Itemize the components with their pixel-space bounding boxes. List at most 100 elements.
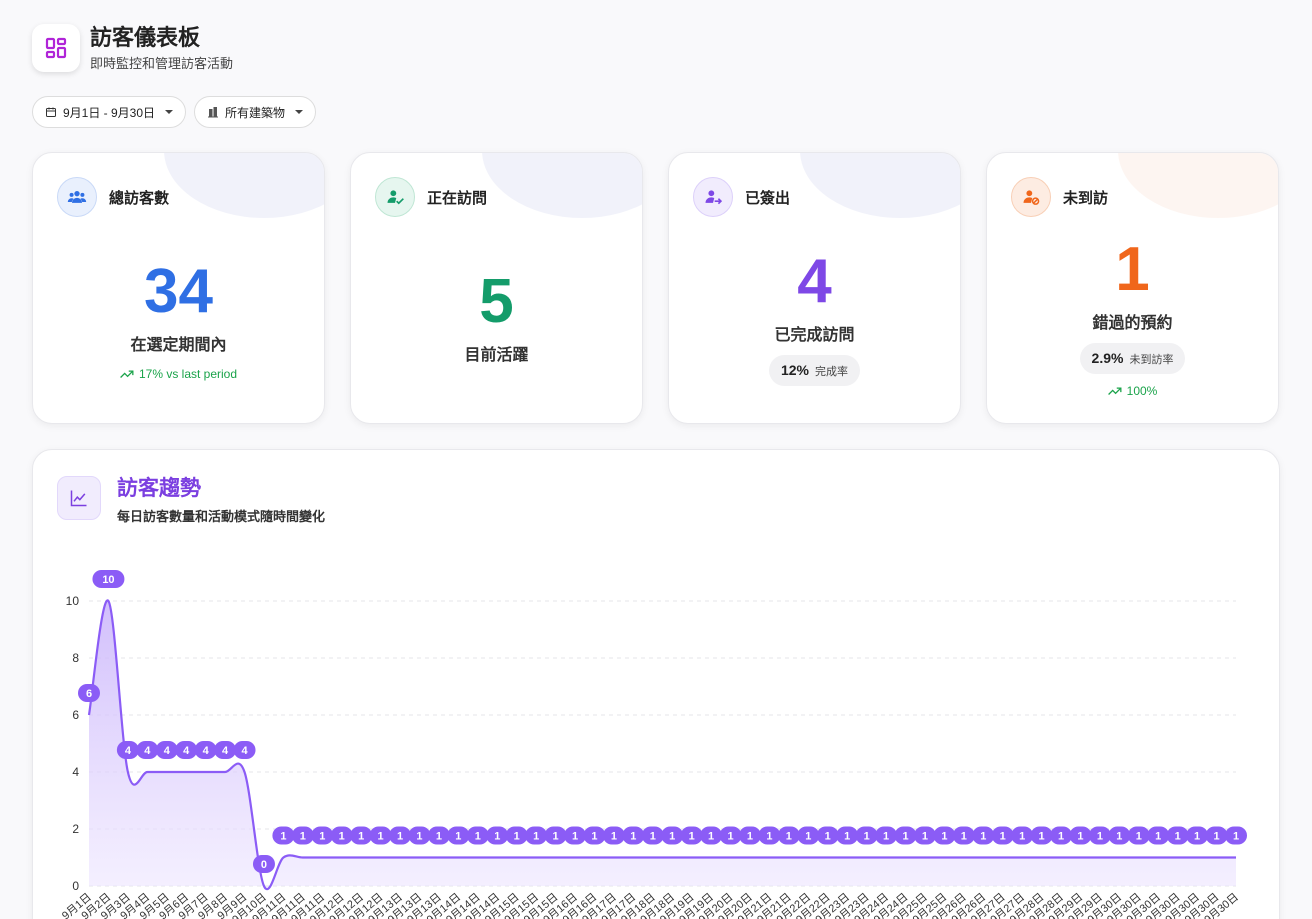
data-label-text: 1: [319, 831, 325, 843]
data-label: 1: [1050, 826, 1073, 845]
data-label: 1: [369, 826, 392, 845]
data-label: 1: [836, 826, 859, 845]
no-show-rate-pill: 2.9% 未到訪率: [1079, 343, 1186, 374]
building-dropdown[interactable]: 所有建築物: [194, 96, 317, 128]
data-label-text: 1: [553, 831, 559, 843]
data-label-text: 1: [727, 831, 733, 843]
data-label-text: 1: [397, 831, 403, 843]
stat-description: 錯過的預約: [1092, 315, 1173, 332]
stat-description: 目前活躍: [464, 347, 529, 364]
data-label: 4: [214, 741, 237, 759]
data-label: 4: [136, 741, 159, 759]
data-label-text: 1: [1116, 831, 1122, 843]
data-label: 1: [738, 826, 761, 845]
data-label: 1: [1186, 826, 1209, 845]
data-label: 1: [1030, 826, 1053, 845]
page-header: 訪客儀表板 即時監控和管理訪客活動: [32, 24, 233, 72]
data-label: 1: [1069, 826, 1092, 845]
data-label-text: 1: [669, 831, 675, 843]
trend-up-icon: [1107, 387, 1122, 395]
data-label: 1: [1205, 826, 1228, 845]
data-label-text: 1: [1155, 831, 1161, 843]
visitor-trend-chart[interactable]: 02468106104 4 4 4 4 4 401 1 1 1 1 1 1 1 1 1 1 1 1 1 1 1 1 1 1 1 1 1…: [33, 450, 1281, 919]
data-label-text: 1: [1019, 831, 1025, 843]
data-label: 1: [583, 826, 606, 845]
data-label: 1: [525, 826, 548, 845]
card-decoration: [1118, 153, 1278, 218]
data-label-text: 1: [689, 831, 695, 843]
data-label-text: 1: [475, 831, 481, 843]
data-label-text: 1: [533, 831, 539, 843]
data-label-text: 1: [378, 831, 384, 843]
card-label: 正在訪問: [427, 189, 488, 207]
data-label: 1: [272, 826, 295, 845]
data-label: 1: [1108, 826, 1131, 845]
y-tick-label: 2: [72, 822, 79, 836]
data-label-text: 1: [1000, 831, 1006, 843]
trend-indicator: 17% vs last period: [33, 367, 324, 381]
data-label-text: 1: [1213, 831, 1219, 843]
card-decoration: [800, 153, 960, 218]
data-label-text: 1: [941, 831, 947, 843]
user-block-icon: [1011, 177, 1051, 217]
active-visitors-card[interactable]: 正在訪問 5 目前活躍: [350, 152, 643, 424]
data-label-text: 1: [300, 831, 306, 843]
stat-value: 1: [1115, 235, 1150, 304]
dashboard-icon: [45, 37, 67, 59]
data-label-text: 4: [203, 745, 210, 757]
data-label: 1: [991, 826, 1014, 845]
data-label-text: 1: [455, 831, 461, 843]
data-label: 1: [816, 826, 839, 845]
data-label: 0: [252, 855, 275, 873]
trend-up-icon: [120, 370, 134, 378]
data-label-text: 1: [747, 831, 753, 843]
card-label: 總訪客數: [109, 189, 170, 207]
data-label: 1: [933, 826, 956, 845]
completion-rate-pill: 12% 完成率: [768, 355, 861, 386]
building-icon: [208, 107, 219, 118]
pill-value: 12%: [780, 362, 810, 378]
data-label: 1: [777, 826, 800, 845]
data-label-text: 1: [514, 831, 520, 843]
data-label: 1: [408, 826, 431, 845]
data-label: 1: [1088, 826, 1111, 845]
data-label-text: 4: [241, 745, 248, 757]
data-label: 1: [1225, 826, 1247, 845]
page-subtitle: 即時監控和管理訪客活動: [90, 55, 234, 71]
data-label: 4: [155, 741, 178, 759]
data-label-text: 0: [261, 859, 267, 871]
data-label: 1: [622, 826, 645, 845]
data-label: 4: [116, 741, 139, 759]
checked-out-card[interactable]: 已簽出 4 已完成訪問 12% 完成率: [668, 152, 961, 424]
data-label-text: 1: [436, 831, 442, 843]
y-tick-label: 10: [66, 594, 80, 608]
data-label-text: 1: [1058, 831, 1064, 843]
data-label-text: 1: [1175, 831, 1181, 843]
data-label: 1: [311, 826, 334, 845]
data-label-text: 1: [1077, 831, 1083, 843]
no-show-card[interactable]: 未到訪 1 錯過的預約 2.9% 未到訪率 100%: [986, 152, 1279, 424]
data-label-text: 1: [591, 831, 597, 843]
stat-description: 在選定期間內: [130, 337, 227, 354]
data-label: 1: [719, 826, 742, 845]
data-label: 1: [913, 826, 936, 845]
card-decoration: [164, 153, 324, 218]
pill-value: 2.9%: [1091, 350, 1124, 366]
data-label-text: 1: [630, 831, 636, 843]
people-icon: [57, 177, 97, 217]
data-label: 1: [680, 826, 703, 845]
data-label: 1: [894, 826, 917, 845]
data-label: 1: [389, 826, 412, 845]
total-visitors-card[interactable]: 總訪客數 34 在選定期間內 17% vs last period: [32, 152, 325, 424]
data-label: 1: [758, 826, 781, 845]
date-range-dropdown[interactable]: 9月1日 - 9月30日: [32, 96, 187, 128]
data-label-text: 1: [708, 831, 714, 843]
data-label: 10: [92, 570, 125, 588]
y-tick-label: 6: [72, 708, 79, 722]
data-label: 4: [194, 741, 217, 759]
data-label: 1: [797, 826, 820, 845]
data-label-text: 4: [222, 745, 229, 757]
page-title: 訪客儀表板: [90, 24, 201, 50]
data-label: 1: [875, 826, 898, 845]
data-label-text: 1: [572, 831, 578, 843]
